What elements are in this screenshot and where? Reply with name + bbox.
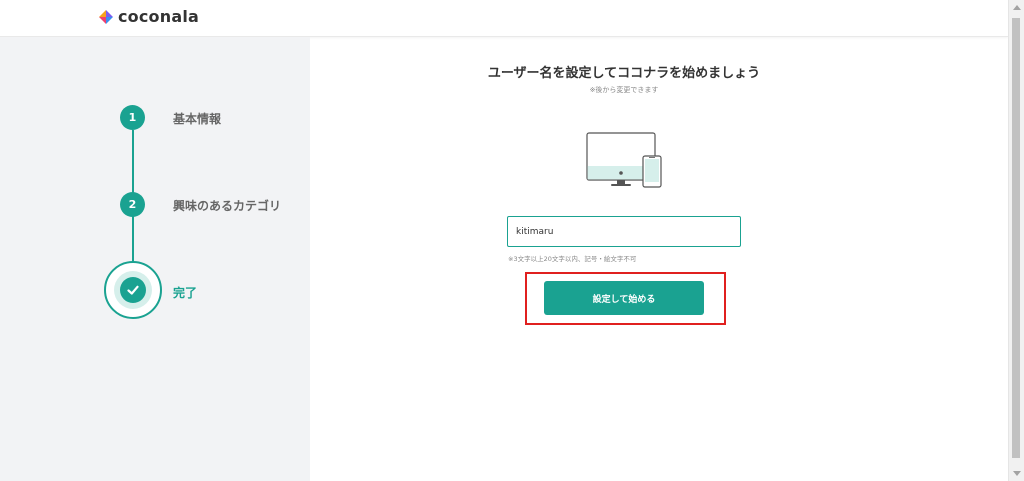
start-button[interactable]: 設定して始める [544, 281, 704, 315]
step-connector-2-3 [132, 216, 134, 262]
scroll-up-arrow-icon[interactable] [1013, 5, 1021, 10]
step-connector-1-2 [132, 130, 134, 194]
step-1-circle: 1 [120, 105, 145, 130]
coconala-logo-icon [99, 9, 113, 24]
step-1-label: 基本情報 [173, 112, 222, 126]
step-2-circle: 2 [120, 192, 145, 217]
coconala-logo[interactable]: coconala [97, 7, 199, 26]
step-2-label: 興味のあるカテゴリ [173, 199, 282, 213]
monitor-and-phone-illustration [586, 132, 662, 188]
username-input[interactable] [507, 216, 741, 247]
step-2-number: 2 [128, 198, 137, 211]
page-title: ユーザー名を設定してココナラを始めましょう [487, 66, 761, 81]
change-later-note: ※後から変更できます [589, 86, 659, 94]
step-1-number: 1 [128, 111, 137, 124]
registration-steps-sidebar [0, 37, 310, 481]
logo-text: coconala [118, 7, 200, 26]
step-3-circle [104, 261, 162, 319]
scrollbar-thumb[interactable] [1012, 18, 1020, 458]
top-header: coconala [0, 0, 1008, 37]
check-icon [127, 285, 139, 295]
step-3-label: 完了 [173, 286, 198, 300]
scroll-down-arrow-icon[interactable] [1013, 471, 1021, 476]
username-hint: ※3文字以上20文字以内、記号・絵文字不可 [508, 255, 637, 263]
vertical-scrollbar[interactable] [1008, 0, 1024, 481]
